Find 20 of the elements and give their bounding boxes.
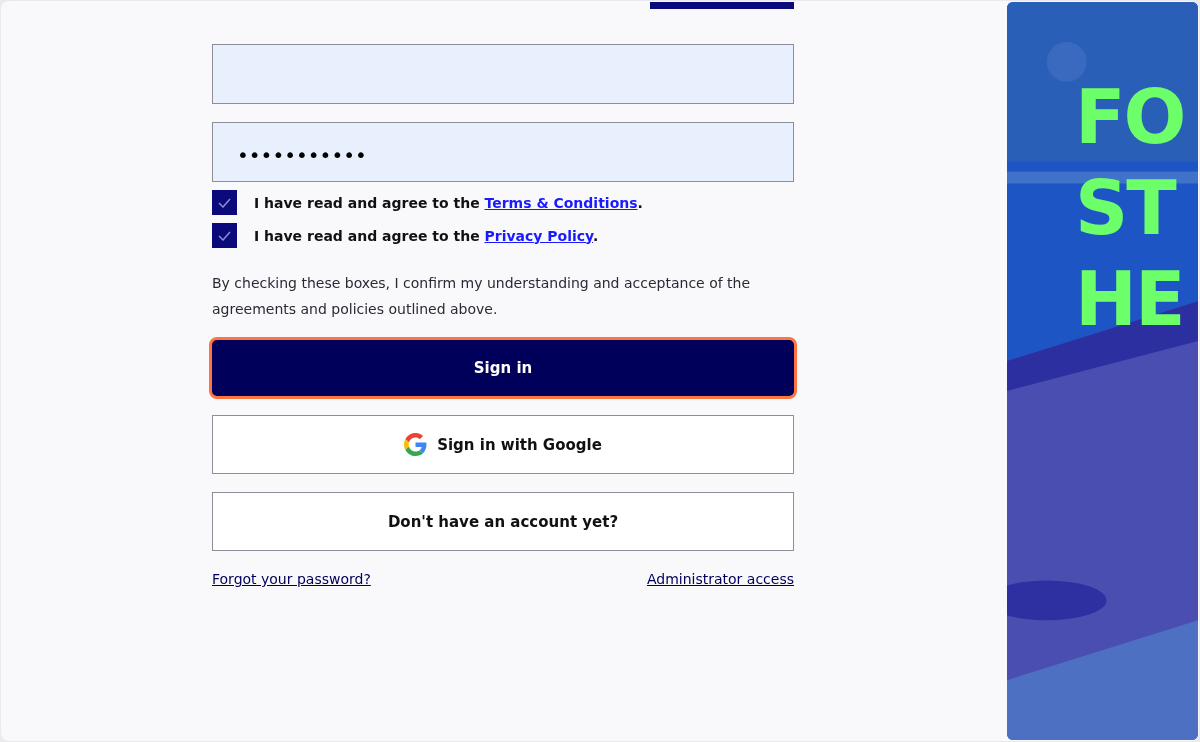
checkbox[interactable] xyxy=(212,190,237,215)
headline-text: ST xyxy=(1075,164,1177,253)
checkbox[interactable] xyxy=(212,223,237,248)
text-link[interactable]: Forgot your password? xyxy=(212,571,371,587)
agreement-label: I have read and agree to the Terms & Conditions. xyxy=(254,194,643,211)
text-link[interactable]: Administrator access xyxy=(646,571,794,587)
password-field[interactable]: ••••••••••• xyxy=(212,122,794,182)
google-icon xyxy=(404,433,428,456)
headline-text: HE xyxy=(1075,255,1185,344)
headline-text: FO xyxy=(1075,73,1185,162)
check-icon xyxy=(218,197,231,208)
check-icon xyxy=(218,230,231,241)
create-account-button[interactable]: Don't have an account yet? xyxy=(212,492,794,551)
policy-link[interactable]: Privacy Policy xyxy=(484,227,593,244)
google-sign-in-button[interactable]: Sign in with Google xyxy=(212,415,794,474)
policy-link[interactable]: Terms & Conditions xyxy=(484,194,638,211)
email-field[interactable] xyxy=(212,44,794,104)
sign-in-button[interactable]: Sign in xyxy=(209,337,797,399)
consent-note: By checking these boxes, I confirm my understanding and acceptance of the agreements and policies outlined above. xyxy=(212,274,752,319)
agreement-label: I have read and agree to the Privacy Policy. xyxy=(254,227,599,244)
